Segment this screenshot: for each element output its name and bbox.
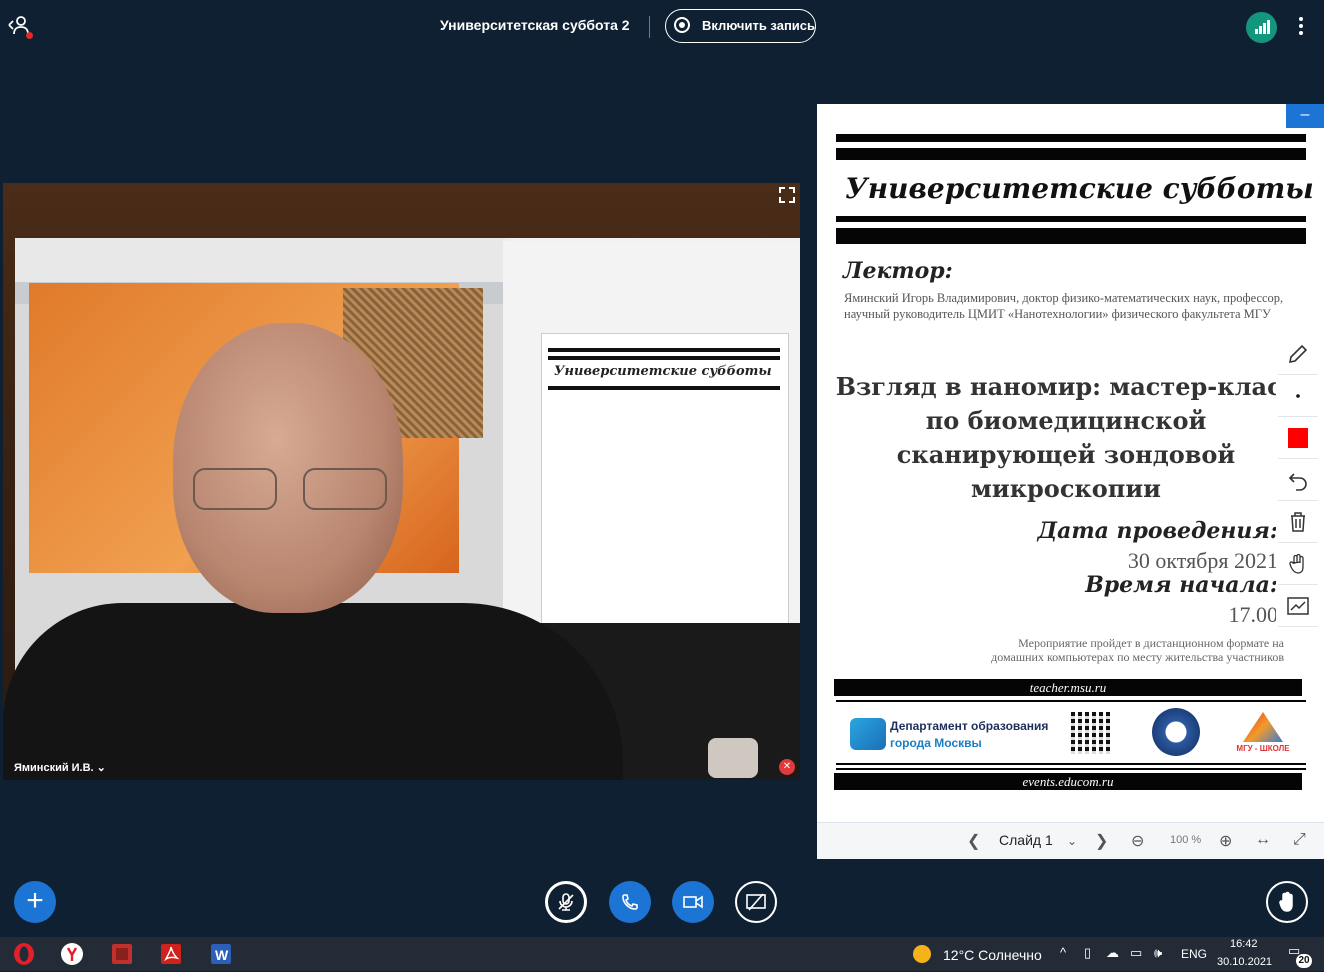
lecturer-description: Яминский Игорь Владимирович, доктор физи…: [844, 291, 1284, 321]
color-swatch: [1288, 428, 1308, 448]
clock-time[interactable]: 16:42: [1230, 938, 1258, 950]
msu-school-logo: МГУ - ШКОЛЕ: [1235, 710, 1291, 756]
clock-date[interactable]: 30.10.2021: [1217, 956, 1272, 968]
webcam-video: Университетские субботы: [3, 183, 800, 780]
thickness-button[interactable]: [1278, 376, 1318, 417]
time-label: Время начала:: [1085, 572, 1278, 598]
annotation-toolbar: [1276, 334, 1320, 627]
screen-share-off-icon: [746, 893, 766, 911]
notification-count: 20: [1296, 954, 1312, 968]
sun-icon[interactable]: [913, 945, 931, 963]
zoom-in-button[interactable]: ⊕: [1219, 831, 1232, 851]
undo-icon: [1288, 473, 1307, 491]
top-bar: [0, 0, 1324, 56]
unread-indicator: [26, 32, 33, 39]
cloud-icon[interactable]: ☁: [1106, 945, 1119, 961]
leave-audio-button[interactable]: [609, 881, 651, 923]
mic-off-icon: ✕: [779, 759, 795, 775]
app-icon[interactable]: [109, 941, 135, 967]
dot-size-icon: [1296, 394, 1300, 398]
more-vertical-icon: [1299, 17, 1303, 21]
link-teacher: teacher.msu.ru: [834, 679, 1302, 696]
qr-code: [1071, 712, 1113, 754]
device-icon[interactable]: ▯: [1084, 945, 1091, 961]
presenter-name[interactable]: Яминский И.В. ⌄: [14, 761, 106, 774]
msu-logo: [1152, 708, 1200, 756]
time-value: 17.00: [1228, 602, 1279, 627]
pencil-tool-button[interactable]: [1278, 334, 1318, 375]
previous-slide-button[interactable]: ❮: [967, 831, 980, 851]
users-list-button[interactable]: [6, 12, 36, 42]
share-webcam-button[interactable]: [672, 881, 714, 923]
record-icon: [674, 17, 690, 33]
screen-share-button[interactable]: [735, 881, 777, 923]
plus-icon: +: [26, 884, 44, 917]
opera-icon[interactable]: [11, 941, 37, 967]
embedded-document-title: Университетские субботы: [554, 364, 772, 379]
record-button-label: Включить запись: [702, 18, 816, 33]
phone-icon: [622, 894, 638, 910]
minimize-presentation-button[interactable]: –: [1286, 104, 1324, 128]
next-slide-button[interactable]: ❯: [1095, 831, 1108, 851]
lecturer-label: Лектор:: [843, 258, 953, 284]
clear-button[interactable]: [1278, 502, 1318, 543]
education-department-name: Департамент образования города Москвы: [890, 718, 1048, 752]
embedded-document: Университетские субботы: [541, 333, 789, 670]
acrobat-icon[interactable]: [158, 941, 184, 967]
date-label: Дата проведения:: [1037, 518, 1278, 544]
hand-icon: [1279, 891, 1293, 912]
volume-icon[interactable]: 🕪: [1154, 945, 1162, 961]
presentation-slide: Университетские субботы Лектор: Яминский…: [817, 110, 1324, 822]
word-icon[interactable]: W: [208, 941, 234, 967]
slide-navigation-bar: ❮ Слайд 1 ⌄ ❯ ⊖ 100 % ⊕ ↔ ⤢: [817, 822, 1324, 859]
raise-hand-button[interactable]: [1266, 881, 1308, 923]
record-button[interactable]: Включить запись: [665, 9, 816, 43]
education-department-logo: [850, 718, 886, 750]
yandex-icon[interactable]: [59, 941, 85, 967]
zoom-level: 100 %: [1170, 834, 1202, 846]
windows-taskbar: [0, 937, 1324, 971]
actions-button[interactable]: +: [14, 881, 56, 923]
divider: [649, 16, 650, 38]
weather-status[interactable]: 12°C Солнечно: [943, 947, 1042, 963]
chevron-up-icon[interactable]: ^: [1060, 945, 1066, 960]
fit-width-button[interactable]: ↔: [1255, 831, 1271, 849]
mic-off-icon: [558, 893, 574, 911]
undo-button[interactable]: [1278, 460, 1318, 501]
event-note: Мероприятие пройдет в дистанционном форм…: [991, 636, 1284, 664]
slide-title: Университетские субботы: [845, 172, 1314, 205]
school-logo-text: МГУ - ШКОЛЕ: [1236, 744, 1290, 753]
whiteboard-button[interactable]: [1278, 586, 1318, 627]
connection-status-button[interactable]: [1246, 12, 1277, 43]
whiteboard-icon: [1287, 597, 1309, 615]
zoom-out-button[interactable]: ⊖: [1131, 831, 1144, 851]
date-value: 30 октября 2021: [1127, 548, 1278, 573]
slide-select[interactable]: Слайд 1: [999, 832, 1053, 848]
trash-icon: [1291, 512, 1305, 532]
svg-text:W: W: [215, 947, 229, 963]
link-events: events.educom.ru: [834, 773, 1302, 790]
fullscreen-presentation-button[interactable]: ⤢: [1293, 831, 1306, 849]
signal-bars-icon: [1255, 20, 1270, 34]
dept-line-1: Департамент образования: [890, 719, 1049, 733]
pan-tool-button[interactable]: [1278, 544, 1318, 585]
meeting-title: Университетская суббота 2: [440, 17, 630, 33]
mute-microphone-button[interactable]: [545, 881, 587, 923]
dept-line-2: города Москвы: [890, 736, 982, 750]
chevron-down-icon[interactable]: ⌄: [1067, 834, 1077, 848]
color-button[interactable]: [1278, 418, 1318, 459]
hand-icon: [1289, 553, 1304, 574]
options-menu-button[interactable]: [1292, 14, 1310, 40]
video-camera-icon: [683, 895, 703, 909]
talk-title: Взгляд в наномир: мастер-класс по биомед…: [835, 372, 1297, 503]
pencil-icon: [1288, 344, 1308, 364]
fullscreen-button[interactable]: [777, 186, 797, 206]
language-indicator[interactable]: ENG: [1181, 947, 1207, 961]
expand-icon: [779, 187, 795, 203]
network-icon[interactable]: ▭: [1130, 945, 1142, 961]
